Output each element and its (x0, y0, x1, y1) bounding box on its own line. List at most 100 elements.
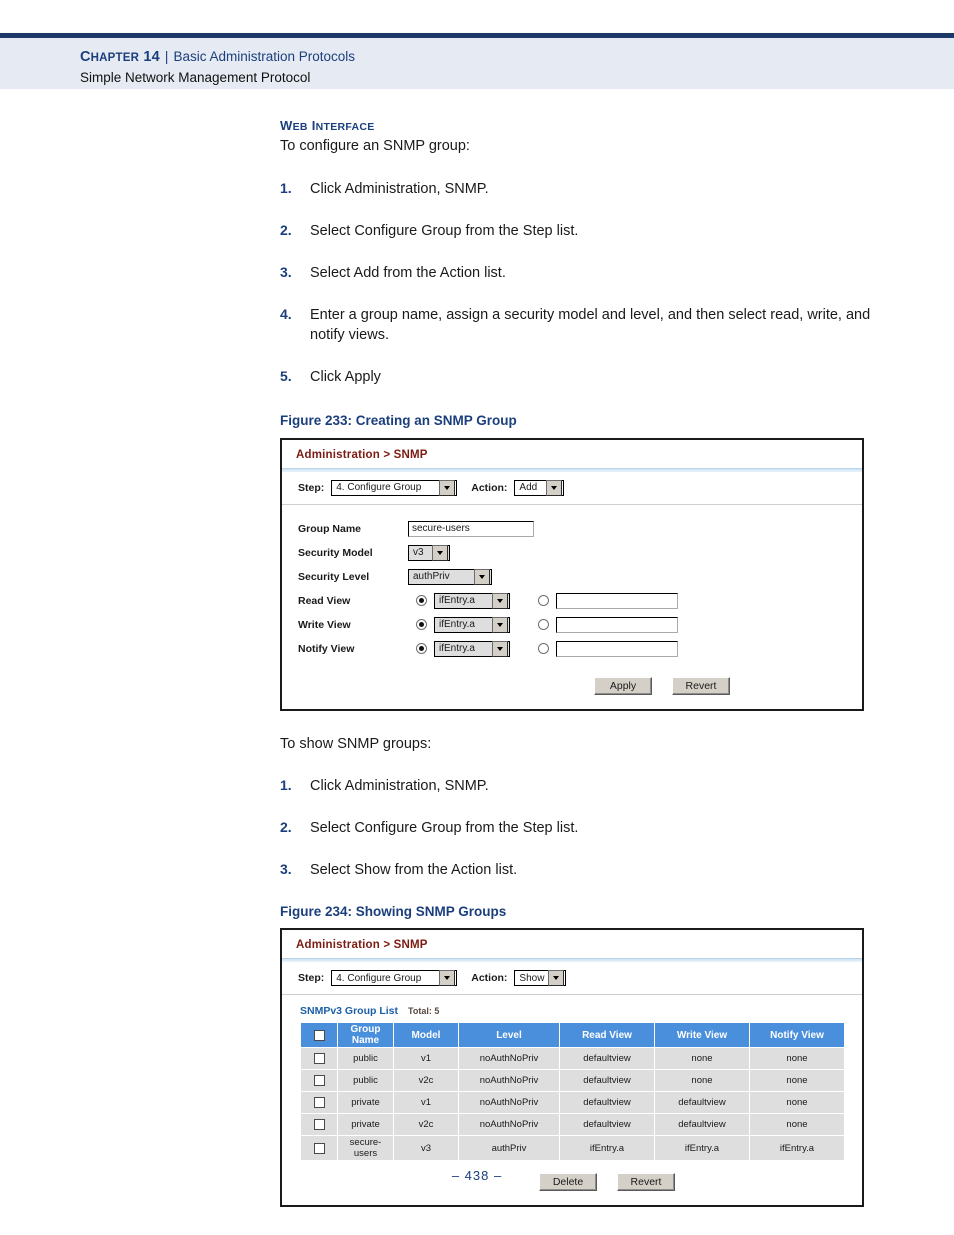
row-checkbox[interactable] (313, 1075, 325, 1087)
action-select-value: Show (519, 972, 545, 984)
apply-button[interactable]: Apply (594, 676, 652, 695)
table-header-row: Group Name Model Level Read View Write V… (300, 1022, 845, 1049)
table-row: public v1 noAuthNoPriv defaultview none … (300, 1047, 845, 1071)
chevron-down-icon (492, 640, 508, 657)
row-checkbox[interactable] (313, 1142, 325, 1154)
cell-notify-view: none (749, 1069, 845, 1093)
row-checkbox[interactable] (313, 1053, 325, 1065)
panel-breadcrumb: Administration > SNMP (296, 939, 428, 952)
subhead-nterface: NTERFACE (315, 121, 375, 133)
step-label: Step: (298, 972, 325, 985)
snmpv3-group-list-area: SNMPv3 Group List Total: 5 Group Name Mo… (282, 995, 862, 1162)
list-item: 2. Select Configure Group from the Step … (280, 818, 880, 838)
group-name-input[interactable]: secure-users (408, 520, 534, 537)
step-text: Select Show from the Action list. (310, 862, 518, 879)
list-item: 5. Click Apply (280, 367, 880, 387)
row-checkbox[interactable] (313, 1119, 325, 1131)
write-view-radio-custom[interactable] (538, 619, 549, 631)
security-model-label: Security Model (298, 546, 373, 559)
step-text: Select Configure Group from the Step lis… (310, 222, 579, 239)
cell-read-view: defaultview (559, 1091, 655, 1115)
column-header-notify-view: Notify View (749, 1022, 845, 1049)
security-model-value: v3 (413, 547, 424, 559)
cell-model: v3 (393, 1135, 459, 1162)
notify-view-select[interactable]: ifEntry.a (434, 640, 510, 657)
list-item: 1. Click Administration, SNMP. (280, 776, 880, 796)
show-steps-list: 1. Click Administration, SNMP. 2. Select… (280, 776, 880, 880)
row-select-cell[interactable] (300, 1047, 338, 1071)
cell-read-view: defaultview (559, 1113, 655, 1137)
notify-view-value: ifEntry.a (439, 643, 475, 655)
chevron-down-icon (546, 479, 563, 496)
cell-group-name: private (337, 1113, 394, 1137)
read-view-value: ifEntry.a (439, 595, 475, 607)
step-number: 1. (280, 777, 292, 794)
read-view-select[interactable]: ifEntry.a (434, 592, 510, 609)
notify-view-radio-select[interactable] (416, 643, 427, 655)
notify-view-radio-custom[interactable] (538, 643, 549, 655)
configure-intro-text: To configure an SNMP group: (280, 138, 470, 154)
chevron-down-icon (548, 970, 565, 987)
chevron-down-icon (439, 970, 456, 987)
step-text: Click Administration, SNMP. (310, 180, 489, 197)
security-model-select[interactable]: v3 (408, 544, 450, 561)
step-label: Step: (298, 481, 325, 494)
cell-level: noAuthNoPriv (458, 1069, 560, 1093)
action-select[interactable]: Show (514, 970, 567, 987)
security-level-value: authPriv (413, 571, 450, 583)
field-row-read-view: Read View ifEntry.a (298, 589, 862, 613)
figure-234-toolbar: Step: 4. Configure Group Action: Show (282, 962, 862, 996)
write-view-radio-select[interactable] (416, 619, 427, 631)
row-select-cell[interactable] (300, 1113, 338, 1137)
list-item: 1. Click Administration, SNMP. (280, 179, 880, 199)
notify-view-label: Notify View (298, 642, 355, 655)
step-select[interactable]: 4. Configure Group (331, 479, 458, 496)
select-all-checkbox[interactable] (313, 1029, 325, 1041)
table-row: private v1 noAuthNoPriv defaultview defa… (300, 1091, 845, 1115)
action-select-value: Add (519, 482, 538, 494)
read-view-radio-custom[interactable] (538, 595, 549, 607)
step-select[interactable]: 4. Configure Group (331, 970, 458, 987)
chevron-down-icon (474, 568, 490, 585)
cell-read-view: defaultview (559, 1069, 655, 1093)
select-all-header[interactable] (300, 1022, 338, 1049)
page-running-header: CHAPTER 14 | Basic Administration Protocol… (0, 33, 954, 89)
action-select[interactable]: Add (514, 479, 565, 496)
column-header-model: Model (393, 1022, 459, 1049)
row-checkbox[interactable] (313, 1097, 325, 1109)
table-row: secure-users v3 authPriv ifEntry.a ifEnt… (300, 1135, 845, 1162)
figure-234-caption: Figure 234: Showing SNMP Groups (280, 904, 507, 920)
step-number: 3. (280, 861, 292, 878)
chapter-label-cap: C (80, 49, 91, 65)
header-subtopic: Simple Network Management Protocol (80, 70, 311, 85)
step-number: 2. (280, 819, 292, 836)
security-level-select[interactable]: authPriv (408, 568, 492, 585)
configure-steps-list: 1. Click Administration, SNMP. 2. Select… (280, 179, 880, 387)
row-select-cell[interactable] (300, 1135, 338, 1162)
cell-level: noAuthNoPriv (458, 1091, 560, 1115)
notify-view-text-input[interactable] (556, 640, 678, 657)
write-view-text-input[interactable] (556, 616, 678, 633)
list-item: 4. Enter a group name, assign a security… (280, 305, 880, 345)
row-select-cell[interactable] (300, 1091, 338, 1115)
cell-model: v1 (393, 1047, 459, 1071)
step-number: 1. (280, 179, 292, 196)
field-row-write-view: Write View ifEntry.a (298, 613, 862, 637)
field-row-group-name: Group Name secure-users (298, 517, 862, 541)
cell-notify-view: ifEntry.a (749, 1135, 845, 1162)
chapter-number: 14 (143, 49, 160, 65)
step-number: 2. (280, 221, 292, 238)
action-label: Action: (471, 481, 508, 494)
security-level-label: Security Level (298, 570, 370, 583)
write-view-select[interactable]: ifEntry.a (434, 616, 510, 633)
read-view-radio-select[interactable] (416, 595, 427, 607)
cell-level: authPriv (458, 1135, 560, 1162)
chevron-down-icon (492, 616, 508, 633)
chapter-topic: Basic Administration Protocols (173, 49, 356, 64)
read-view-text-input[interactable] (556, 592, 678, 609)
cell-notify-view: none (749, 1047, 845, 1071)
revert-button[interactable]: Revert (672, 676, 730, 695)
figure-233-button-bar: Apply Revert (282, 665, 862, 709)
cell-group-name: public (337, 1047, 394, 1071)
row-select-cell[interactable] (300, 1069, 338, 1093)
